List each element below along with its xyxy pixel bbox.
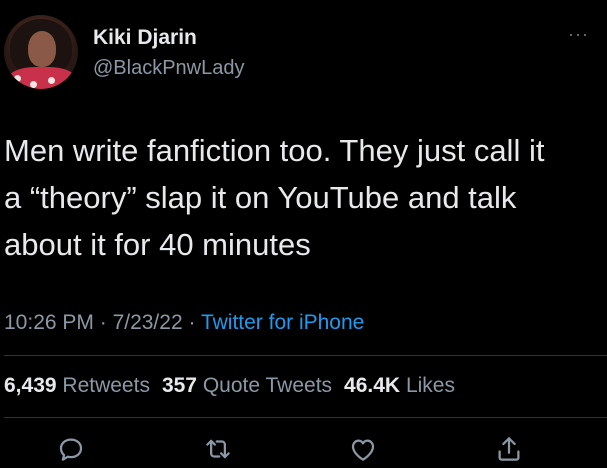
meta-separator: · [93, 311, 113, 334]
avatar-pattern-dot [48, 77, 55, 84]
divider [4, 355, 607, 356]
like-button[interactable] [348, 434, 382, 468]
tweet-date[interactable]: 7/23/22 [113, 311, 183, 334]
retweets-count: 6,439 [4, 374, 57, 397]
tweet-meta: 10:26 PM · 7/23/22 · Twitter for iPhone [4, 311, 364, 335]
meta-separator: · [182, 311, 201, 334]
avatar-face [28, 31, 56, 67]
tweet-time[interactable]: 10:26 PM [4, 311, 94, 334]
divider [4, 417, 607, 418]
quotes-count: 357 [161, 374, 197, 397]
avatar[interactable] [4, 15, 78, 89]
retweet-button[interactable] [203, 434, 237, 468]
avatar-pattern-dot [14, 75, 21, 82]
quotes-label: Quote Tweets [202, 374, 333, 397]
share-button[interactable] [494, 434, 528, 468]
likes-stat[interactable]: 46.4K Likes [344, 374, 455, 397]
user-handle[interactable]: @BlackPnwLady [93, 57, 244, 80]
avatar-pattern-dot [62, 83, 69, 89]
retweet-icon [203, 439, 233, 468]
tweet-header: Kiki Djarin @BlackPnwLady ··· [0, 0, 607, 100]
reply-icon [56, 438, 86, 468]
tweet-text-line: about it for 40 minutes [4, 227, 311, 262]
tweet-text: Men write fanfiction too. They just call… [4, 127, 599, 268]
reply-button[interactable] [56, 434, 90, 468]
retweets-label: Retweets [62, 374, 150, 397]
tweet-source-link[interactable]: Twitter for iPhone [201, 311, 364, 334]
tweet-text-line: Men write fanfiction too. They just call… [4, 133, 545, 168]
retweets-stat[interactable]: 6,439 Retweets [4, 374, 150, 397]
display-name[interactable]: Kiki Djarin [93, 26, 197, 50]
share-icon [494, 437, 524, 468]
avatar-pattern-dot [30, 81, 37, 88]
tweet-actions [0, 434, 607, 468]
tweet-stats: 6,439 Retweets 357 Quote Tweets 46.4K Like… [4, 374, 455, 398]
like-icon [348, 439, 378, 468]
likes-count: 46.4K [344, 374, 401, 397]
more-options-icon[interactable]: ··· [568, 24, 589, 45]
tweet-text-line: a “theory” slap it on YouTube and talk [4, 180, 517, 215]
likes-label: Likes [405, 374, 455, 397]
quote-tweets-stat[interactable]: 357 Quote Tweets [162, 374, 332, 397]
